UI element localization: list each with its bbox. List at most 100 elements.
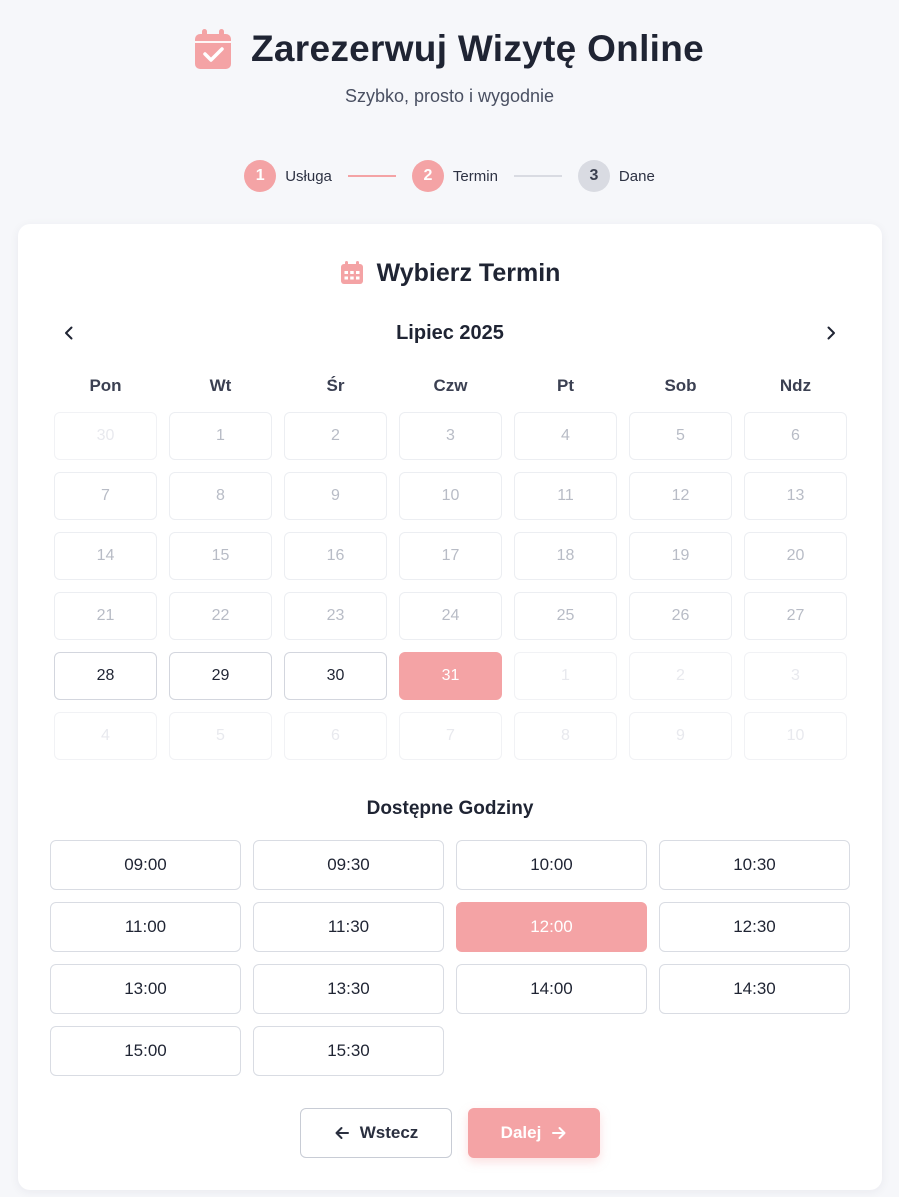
calendar-day: 9 [284, 472, 387, 520]
time-slot[interactable]: 09:00 [50, 840, 241, 890]
arrow-left-icon [335, 1127, 349, 1139]
page-subtitle: Szybko, prosto i wygodnie [344, 86, 555, 106]
step-details: 3 Dane [577, 160, 655, 192]
calendar-day: 24 [399, 592, 502, 640]
calendar-grid: 30 1 2 3 4 5 6 7 8 9 10 11 12 13 14 15 16 17 18 19 20 21 22 23 2… [54, 412, 847, 760]
calendar-day: 6 [284, 712, 387, 760]
time-slot[interactable]: 15:00 [50, 1026, 241, 1076]
current-month: Lipiec 2025 [396, 321, 504, 344]
calendar-day: 23 [284, 592, 387, 640]
arrow-right-icon [552, 1127, 566, 1139]
calendar-day: 16 [284, 532, 387, 580]
section-header: Wybierz Termin [18, 258, 882, 288]
calendar-day: 9 [629, 712, 732, 760]
time-slot[interactable]: 09:30 [253, 840, 444, 890]
calendar-day: 7 [399, 712, 502, 760]
calendar-day: 12 [629, 472, 732, 520]
hours-title: Dostępne Godziny [366, 798, 534, 819]
calendar-day: 5 [629, 412, 732, 460]
weekday-label: Ndz [779, 376, 812, 395]
step-label: Dane [618, 167, 655, 185]
prev-month-button[interactable] [54, 318, 84, 348]
calendar-day: 17 [399, 532, 502, 580]
calendar-day: 19 [629, 532, 732, 580]
weekday-label: Pt [557, 376, 574, 395]
chevron-right-icon [827, 326, 835, 340]
calendar-day: 30 [54, 412, 157, 460]
weekday-label: Wt [209, 376, 232, 395]
calendar-day: 2 [629, 652, 732, 700]
calendar-icon [340, 261, 363, 284]
next-button[interactable]: Dalej [468, 1108, 600, 1158]
step-number: 2 [411, 160, 444, 192]
calendar-day[interactable]: 29 [169, 652, 272, 700]
chevron-left-icon [65, 326, 73, 340]
calendar-day[interactable]: 30 [284, 652, 387, 700]
calendar-day: 22 [169, 592, 272, 640]
calendar-day: 18 [514, 532, 617, 580]
step-label: Usługa [285, 167, 332, 185]
calendar-day: 10 [399, 472, 502, 520]
calendar-day: 4 [514, 412, 617, 460]
calendar-day: 2 [284, 412, 387, 460]
calendar-day: 13 [744, 472, 847, 520]
weekday-label: Czw [433, 376, 468, 395]
calendar-day-selected[interactable]: 31 [399, 652, 502, 700]
step-number: 3 [577, 160, 610, 192]
time-slot[interactable]: 15:30 [253, 1026, 444, 1076]
calendar-day: 20 [744, 532, 847, 580]
calendar-day: 21 [54, 592, 157, 640]
time-slot[interactable]: 13:00 [50, 964, 241, 1014]
time-slot[interactable]: 13:30 [253, 964, 444, 1014]
next-button-label: Dalej [500, 1123, 542, 1142]
booking-card: Wybierz Termin Lipiec 2025 Pon Wt Śr Czw… [18, 224, 882, 1190]
step-label: Termin [452, 167, 498, 185]
time-slot[interactable]: 14:00 [456, 964, 647, 1014]
next-month-button[interactable] [816, 318, 846, 348]
calendar-day: 26 [629, 592, 732, 640]
calendar-day: 25 [514, 592, 617, 640]
step-connector [513, 175, 562, 177]
calendar-day[interactable]: 28 [54, 652, 157, 700]
calendar-day: 10 [744, 712, 847, 760]
progress-stepper: 1 Usługa 2 Termin 3 Dane [0, 160, 899, 192]
page-header: Zarezerwuj Wizytę Online [0, 26, 899, 72]
calendar-day: 6 [744, 412, 847, 460]
section-title: Wybierz Termin [376, 258, 561, 287]
calendar-day: 8 [169, 472, 272, 520]
calendar-day: 3 [744, 652, 847, 700]
calendar-day: 7 [54, 472, 157, 520]
calendar-day: 3 [399, 412, 502, 460]
step-connector [347, 175, 396, 177]
weekday-label: Pon [89, 376, 122, 395]
calendar-check-icon [194, 29, 231, 69]
calendar-day: 4 [54, 712, 157, 760]
time-slot[interactable]: 12:30 [659, 902, 850, 952]
time-slot[interactable]: 10:30 [659, 840, 850, 890]
month-navigation: Lipiec 2025 [54, 318, 846, 348]
time-slot[interactable]: 14:30 [659, 964, 850, 1014]
calendar-day: 1 [514, 652, 617, 700]
time-slots-grid: 09:00 09:30 10:00 10:30 11:00 11:30 12:00 12:30… [50, 840, 850, 1076]
time-slot[interactable]: 10:00 [456, 840, 647, 890]
calendar-day: 14 [54, 532, 157, 580]
weekday-label: Śr [326, 376, 345, 395]
weekday-header: Pon Wt Śr Czw Pt Sob Ndz [54, 376, 846, 398]
step-service: 1 Usługa [244, 160, 332, 192]
step-number: 1 [244, 160, 277, 192]
calendar-day: 5 [169, 712, 272, 760]
time-slot-selected[interactable]: 12:00 [456, 902, 647, 952]
form-actions: Wstecz Dalej [18, 1108, 882, 1158]
time-slot[interactable]: 11:30 [253, 902, 444, 952]
page-title: Zarezerwuj Wizytę Online [250, 28, 705, 69]
back-button[interactable]: Wstecz [300, 1108, 452, 1158]
time-slot[interactable]: 11:00 [50, 902, 241, 952]
calendar-day: 27 [744, 592, 847, 640]
calendar-day: 1 [169, 412, 272, 460]
calendar-day: 15 [169, 532, 272, 580]
calendar-day: 8 [514, 712, 617, 760]
step-date: 2 Termin [411, 160, 498, 192]
back-button-label: Wstecz [359, 1123, 419, 1142]
calendar-day: 11 [514, 472, 617, 520]
weekday-label: Sob [664, 376, 697, 395]
